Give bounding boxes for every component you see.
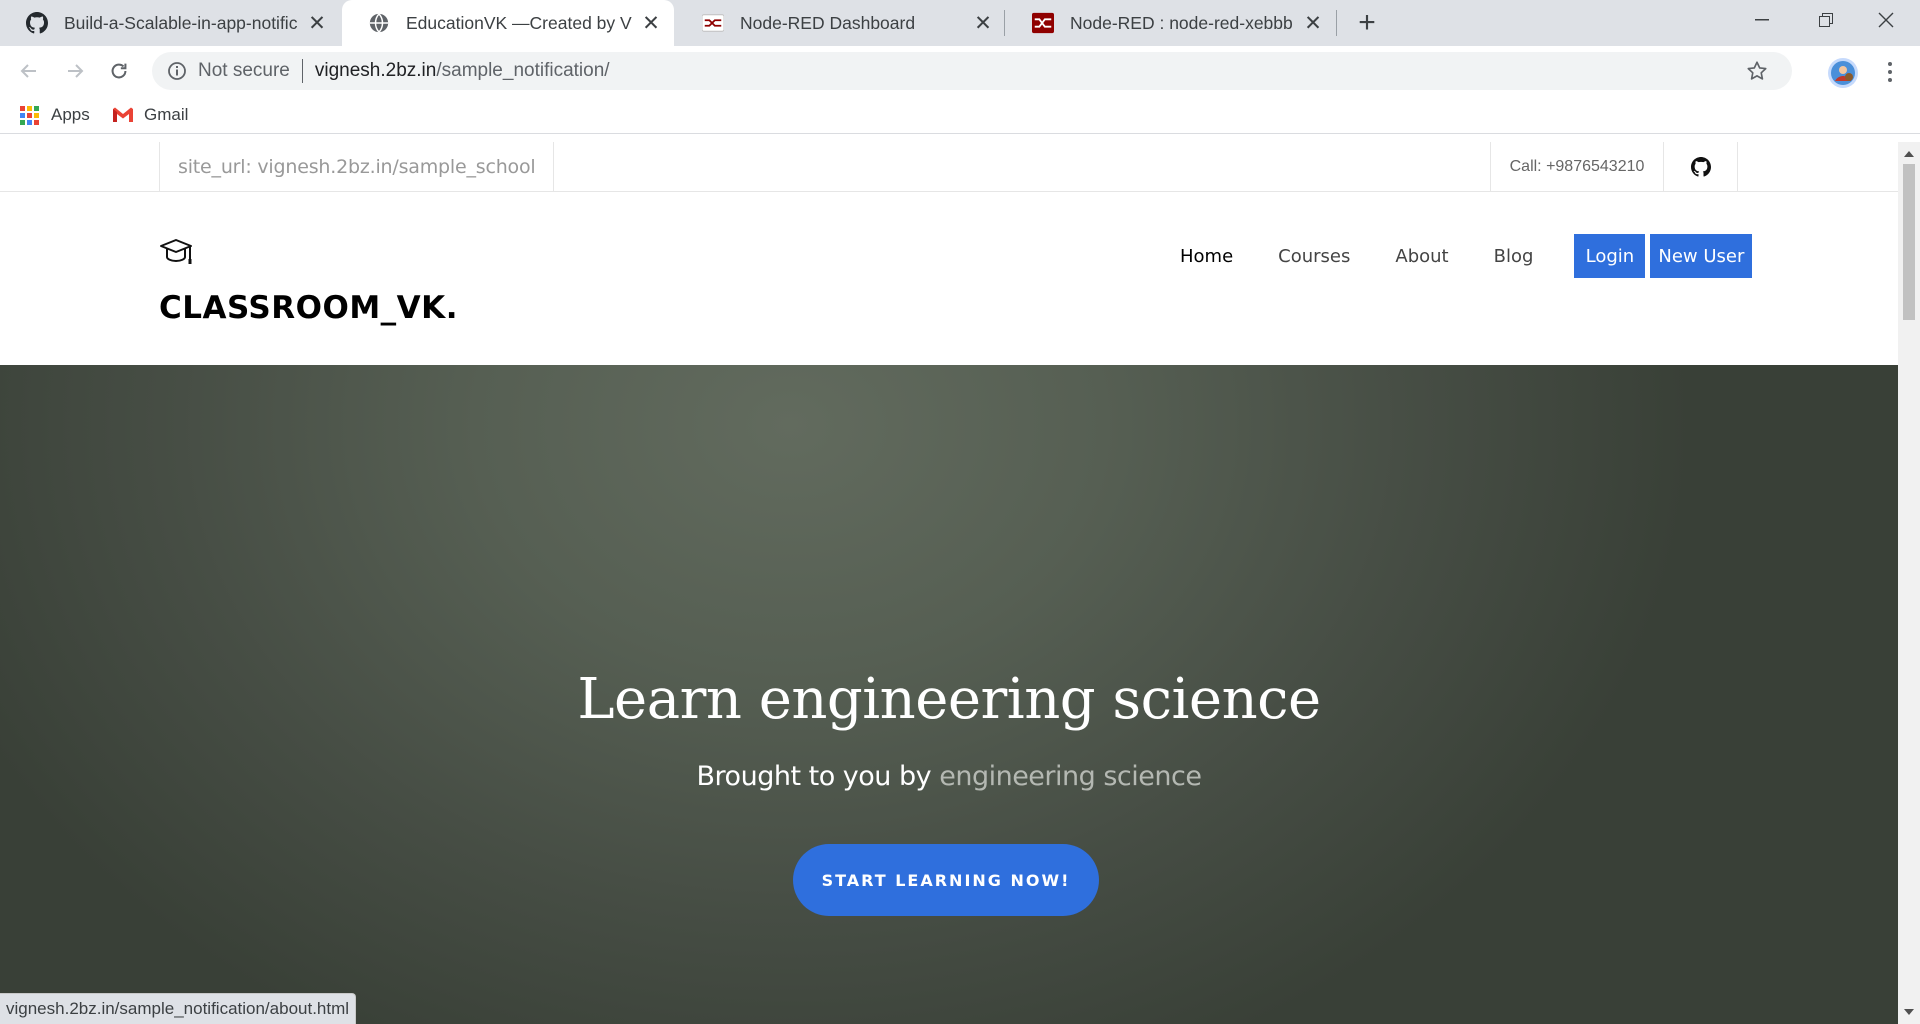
forward-icon[interactable] (60, 56, 90, 86)
close-icon[interactable]: ✕ (306, 12, 328, 35)
github-icon (1690, 157, 1711, 177)
window-close-icon[interactable] (1856, 0, 1916, 40)
nav-about[interactable]: About (1395, 246, 1448, 267)
profile-avatar-icon[interactable] (1828, 58, 1858, 88)
url-host: vignesh.2bz.in (314, 60, 437, 81)
login-button[interactable]: Login (1574, 234, 1646, 278)
link-status-bar: vignesh.2bz.in/sample_notification/about… (0, 993, 357, 1024)
site-url-text: site_url: vignesh.2bz.in/sample_school (159, 142, 555, 192)
security-label: Not secure (198, 60, 290, 81)
github-link[interactable] (1664, 142, 1738, 192)
info-icon[interactable] (166, 60, 188, 82)
tab-title: Build-a-Scalable-in-app-notificati (64, 12, 298, 33)
bookmark-star-icon[interactable] (1746, 60, 1768, 82)
tab-educationvk[interactable]: EducationVK —Created by VIGNE ✕ (342, 0, 674, 46)
scroll-thumb[interactable] (1903, 164, 1915, 320)
hero-subtitle-highlight: engineering science (939, 761, 1202, 792)
scroll-down-arrow-icon[interactable] (1898, 1004, 1920, 1020)
node-red-icon (702, 12, 724, 34)
tab-title: EducationVK —Created by VIGNE (406, 12, 632, 33)
tab-separator (1004, 10, 1005, 36)
page-viewport: site_url: vignesh.2bz.in/sample_school C… (0, 142, 1898, 1024)
graduation-cap-icon[interactable] (159, 238, 195, 270)
tab-node-red[interactable]: Node-RED : node-red-xebbb.eu-g ✕ (1006, 0, 1336, 46)
github-icon (26, 12, 48, 34)
hero-subtitle-prefix: Brought to you by (696, 761, 932, 792)
hero-subtitle: Brought to you by engineering science (0, 761, 1898, 792)
tab-title: Node-RED Dashboard (740, 12, 916, 33)
site-top-bar: site_url: vignesh.2bz.in/sample_school C… (0, 142, 1898, 192)
globe-icon (368, 12, 390, 34)
back-icon[interactable] (14, 56, 44, 86)
restore-icon[interactable] (1796, 0, 1856, 40)
page-scrollbar[interactable] (1898, 142, 1920, 1024)
call-link[interactable]: Call: +9876543210 (1490, 142, 1664, 192)
bookmarks-bar: Apps Gmail (0, 96, 1920, 134)
close-icon[interactable]: ✕ (972, 12, 994, 35)
divider (301, 59, 303, 83)
node-red-icon (1032, 12, 1054, 34)
bookmark-apps[interactable]: Apps (20, 102, 90, 128)
apps-grid-icon (20, 105, 39, 125)
new-user-button[interactable]: New User (1650, 234, 1753, 278)
gmail-icon (112, 107, 134, 123)
url-path: /sample_notification/ (436, 60, 610, 81)
site-brand[interactable]: CLASSROOM_VK. (159, 290, 458, 326)
nav-home[interactable]: Home (1180, 246, 1233, 267)
main-nav: Home Courses About Blog Login New User (1180, 234, 1753, 278)
address-bar[interactable]: Not secure vignesh.2bz.in/sample_notific… (152, 52, 1792, 90)
minimize-icon[interactable] (1732, 0, 1792, 40)
new-tab-icon[interactable]: + (1352, 6, 1382, 39)
nav-courses[interactable]: Courses (1278, 246, 1350, 267)
tab-node-red-dashboard[interactable]: Node-RED Dashboard ✕ (676, 0, 1006, 46)
start-learning-button[interactable]: START LEARNING NOW! (793, 844, 1099, 916)
browser-menu-icon[interactable] (1880, 58, 1900, 86)
site-header: CLASSROOM_VK. Home Courses About Blog Lo… (0, 192, 1898, 365)
bookmark-label: Gmail (144, 105, 189, 124)
tab-title: Node-RED : node-red-xebbb.eu-g (1070, 12, 1294, 33)
reload-icon[interactable] (104, 56, 134, 86)
nav-blog[interactable]: Blog (1494, 246, 1534, 267)
bookmark-gmail[interactable]: Gmail (112, 102, 188, 128)
browser-toolbar: Not secure vignesh.2bz.in/sample_notific… (0, 46, 1920, 96)
hero-section: Learn engineering science Brought to you… (0, 365, 1898, 1024)
hero-title: Learn engineering science (577, 667, 1321, 732)
scroll-up-arrow-icon[interactable] (1898, 146, 1920, 162)
tab-github[interactable]: Build-a-Scalable-in-app-notificati ✕ (0, 0, 340, 46)
close-icon[interactable]: ✕ (1302, 12, 1324, 35)
close-icon[interactable]: ✕ (640, 12, 662, 35)
browser-tab-strip: Build-a-Scalable-in-app-notificati ✕ Edu… (0, 0, 1920, 46)
tab-separator (1336, 10, 1337, 36)
url-text[interactable]: vignesh.2bz.in/sample_notification/ (315, 60, 610, 82)
bookmark-label: Apps (51, 105, 90, 124)
